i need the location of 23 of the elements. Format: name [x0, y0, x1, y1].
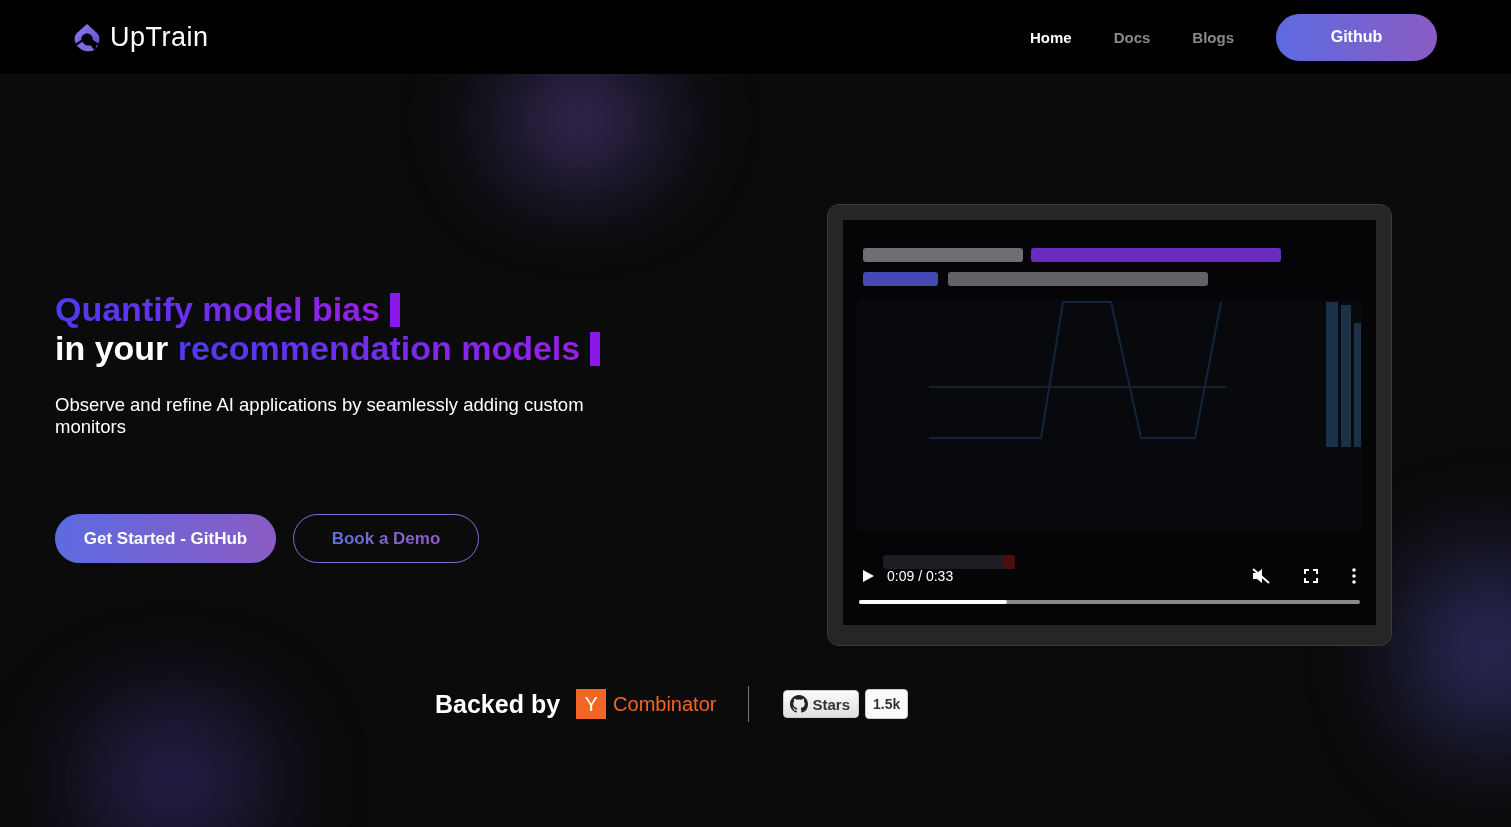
- video-time: 0:09 / 0:33: [887, 568, 954, 584]
- more-options-icon[interactable]: [1352, 568, 1356, 584]
- nav-link[interactable]: Docs: [1113, 28, 1151, 46]
- github-stars-button[interactable]: Stars: [783, 690, 859, 718]
- play-icon[interactable]: [861, 569, 875, 583]
- headline-text: in your: [55, 329, 170, 368]
- yc-logo-mark: Y: [576, 689, 607, 719]
- subtitle: Observe and refine AI applications by seamlessly adding custom monitors: [55, 394, 585, 438]
- yc-logo-text: Combinator: [613, 692, 717, 716]
- muted-speaker-icon[interactable]: [1252, 568, 1270, 584]
- logo-icon: [72, 21, 102, 53]
- text-cursor: [590, 331, 601, 366]
- text-cursor: [389, 292, 400, 327]
- fullscreen-icon[interactable]: [1304, 569, 1318, 583]
- get-started-button[interactable]: Get Started - GitHub: [55, 514, 276, 563]
- video-progress-track[interactable]: [859, 600, 1360, 604]
- logo-text[interactable]: UpTrain: [110, 21, 209, 53]
- nav-link[interactable]: Home: [1029, 28, 1072, 46]
- github-icon: [790, 695, 809, 713]
- github-button[interactable]: Github: [1276, 13, 1437, 61]
- nav-link[interactable]: Blogs: [1192, 28, 1234, 46]
- star-count[interactable]: 1.5k: [865, 689, 909, 719]
- backed-by-label: Backed by: [435, 689, 561, 719]
